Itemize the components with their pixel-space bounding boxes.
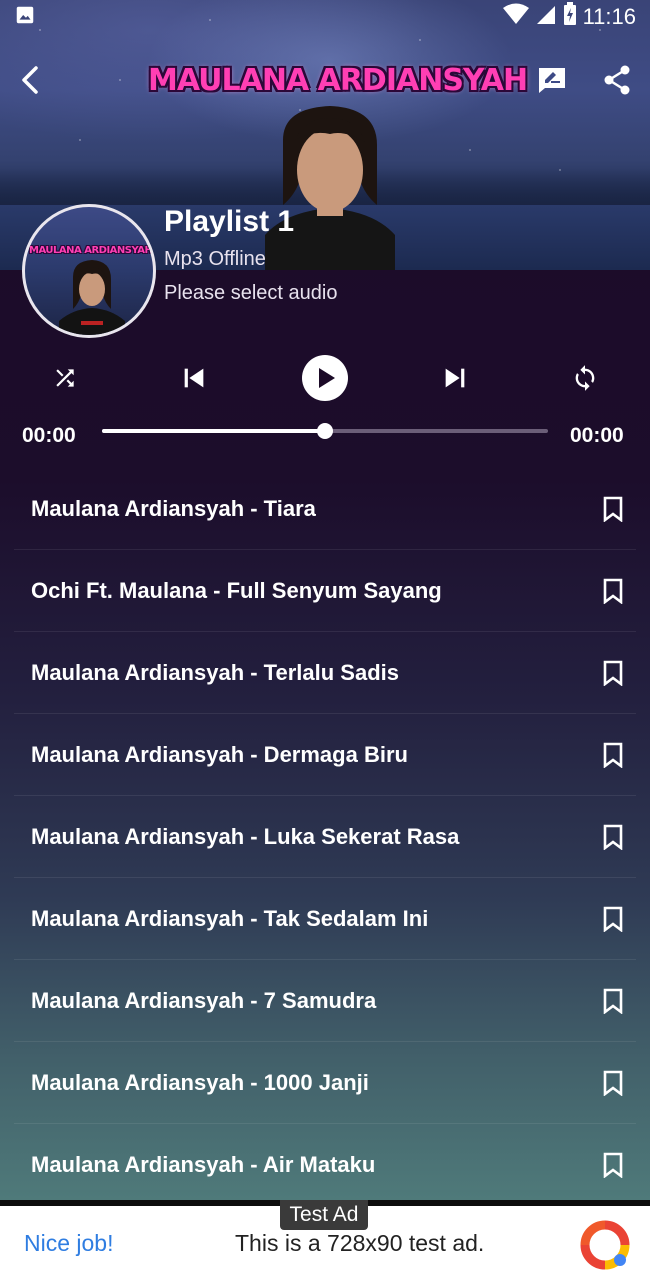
list-item[interactable]: Ochi Ft. Maulana - Full Senyum Sayang [14,550,636,632]
status-time: 11:16 [582,4,636,29]
rate-review-icon [537,66,567,99]
ad-text[interactable]: This is a 728x90 test ad. [235,1230,484,1257]
play-button[interactable] [301,352,349,408]
wifi-icon [502,3,529,31]
skip-next-icon [439,362,471,399]
artist-photo [265,106,395,270]
previous-button[interactable] [174,352,214,408]
player-screen: MAULANA ARDIANSYAH 11:16 MAULANA ARDIANS… [0,0,650,1200]
avatar-photo [59,260,125,335]
list-item[interactable]: Maulana Ardiansyah - 1000 Janji [14,1042,636,1124]
current-time: 00:00 [22,424,76,447]
share-icon [603,65,631,100]
status-bar: 11:16 [0,0,650,34]
bookmark-outline-icon[interactable] [602,496,624,522]
bookmark-outline-icon[interactable] [602,906,624,932]
list-item[interactable]: Maulana Ardiansyah - 7 Samudra [14,960,636,1042]
signal-icon [535,3,557,31]
track-title: Maulana Ardiansyah - Air Mataku [31,1151,376,1177]
list-item[interactable]: Maulana Ardiansyah - Tak Sedalam Ini [14,878,636,960]
list-item[interactable]: Maulana Ardiansyah - Luka Sekerat Rasa [14,796,636,878]
track-title: Maulana Ardiansyah - Tak Sedalam Ini [31,905,429,931]
rate-review-button[interactable] [532,62,572,102]
bookmark-outline-icon[interactable] [602,1070,624,1096]
track-title: Maulana Ardiansyah - Terlalu Sadis [31,659,399,685]
arrow-back-icon [18,65,42,100]
playlist-title: Playlist 1 [164,205,295,238]
track-title: Maulana Ardiansyah - 1000 Janji [31,1069,369,1095]
repeat-button[interactable] [565,352,605,408]
bookmark-outline-icon[interactable] [602,742,624,768]
seek-thumb[interactable] [317,423,333,439]
track-title: Ochi Ft. Maulana - Full Senyum Sayang [31,577,442,603]
repeat-icon [571,364,599,397]
list-item[interactable]: Maulana Ardiansyah - Dermaga Biru [14,714,636,796]
track-title: Maulana Ardiansyah - Tiara [31,495,316,521]
seek-bar[interactable] [102,423,548,439]
bookmark-outline-icon[interactable] [602,988,624,1014]
status-indicators: 11:16 [502,2,636,32]
total-time: 00:00 [570,424,624,447]
bookmark-outline-icon[interactable] [602,578,624,604]
playlist-avatar: MAULANA ARDIANSYAH [22,204,156,338]
shuffle-icon [52,365,78,396]
player-controls [0,352,650,408]
list-item[interactable]: Maulana Ardiansyah - Air Mataku [14,1124,636,1200]
skip-previous-icon [178,362,210,399]
list-item[interactable]: Maulana Ardiansyah - Tiara [14,468,636,550]
battery-charging-icon [563,2,577,32]
ad-label: Test Ad [280,1200,368,1230]
track-title: Maulana Ardiansyah - Dermaga Biru [31,741,408,767]
ad-nice-text[interactable]: Nice job! [24,1230,113,1257]
banner-title: MAULANA ARDIANSYAH [148,63,528,98]
bookmark-outline-icon[interactable] [602,660,624,686]
playback-status: Please select audio [164,282,338,304]
play-icon [302,354,348,406]
playlist-subtitle: Mp3 Offline [164,248,266,270]
track-title: Maulana Ardiansyah - Luka Sekerat Rasa [31,823,460,849]
next-button[interactable] [435,352,475,408]
back-button[interactable] [10,62,50,102]
seek-progress [102,429,325,433]
bookmark-outline-icon[interactable] [602,1152,624,1178]
list-item[interactable]: Maulana Ardiansyah - Terlalu Sadis [14,632,636,714]
track-list: Maulana Ardiansyah - Tiara Ochi Ft. Maul… [14,468,636,1200]
image-icon [14,4,36,31]
bookmark-outline-icon[interactable] [602,824,624,850]
ad-logo-icon[interactable] [580,1220,630,1270]
track-title: Maulana Ardiansyah - 7 Samudra [31,987,377,1013]
avatar-title: MAULANA ARDIANSYAH [29,245,153,256]
share-button[interactable] [597,62,637,102]
shuffle-button[interactable] [45,352,85,408]
